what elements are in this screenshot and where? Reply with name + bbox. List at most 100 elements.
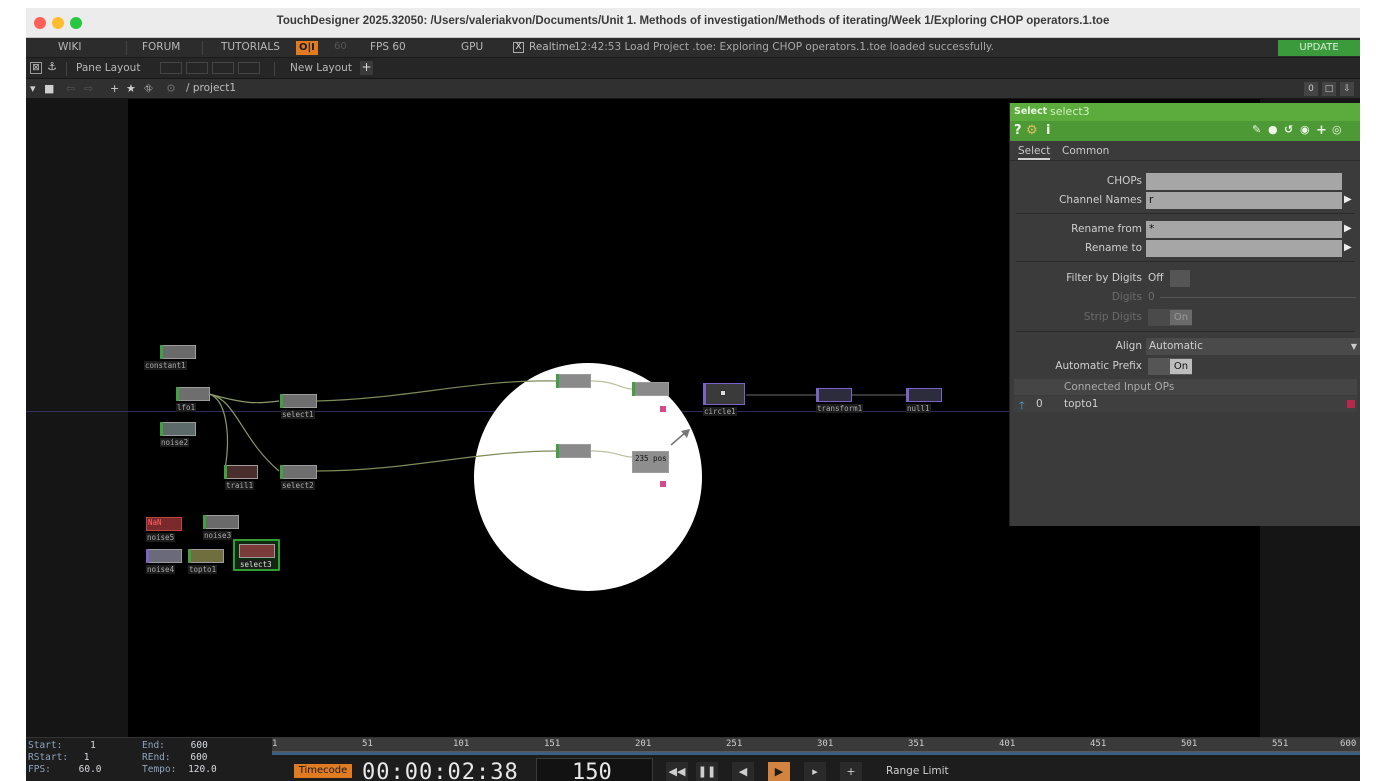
top-menubar: WIKI FORUM TUTORIALS O|I 60 FPS 60 GPU X…	[26, 38, 1360, 58]
info-icon[interactable]: i	[1046, 123, 1050, 138]
ruler-tick: 451	[1090, 739, 1107, 749]
add-param-icon[interactable]: +	[1316, 123, 1327, 138]
node-trail1[interactable]: trail1	[224, 465, 258, 490]
chops-field[interactable]	[1146, 173, 1342, 190]
node-pos[interactable]: 235 pos	[632, 451, 669, 487]
python-icon[interactable]: ⚙	[1026, 123, 1038, 138]
node-merge1[interactable]	[632, 382, 669, 412]
filter-by-digits-value[interactable]: Off	[1148, 270, 1164, 287]
forum-link[interactable]: FORUM	[142, 41, 180, 53]
channel-names-field[interactable]: r	[1146, 192, 1342, 209]
op-name-field[interactable]: select3	[1050, 105, 1090, 118]
pos-preview: 235 pos	[635, 454, 667, 463]
layout-preset-2-icon[interactable]	[186, 62, 208, 74]
range-limit-label[interactable]: Range Limit	[886, 765, 949, 777]
param-rename-from: Rename from * ▶	[1010, 221, 1360, 238]
target-icon[interactable]: ◎	[1332, 123, 1342, 136]
anchor-icon[interactable]: ⚓	[46, 61, 58, 74]
param-tabs: Select Common	[1010, 141, 1360, 161]
param-chops: CHOPs	[1010, 173, 1360, 190]
node-circle1[interactable]: circle1	[703, 383, 745, 416]
split-pane-icon[interactable]: ⊠	[30, 62, 42, 74]
end-field[interactable]: End: 600	[142, 740, 208, 751]
tab-common[interactable]: Common	[1062, 145, 1109, 157]
help-icon[interactable]: ?	[1014, 123, 1022, 138]
new-layout-label[interactable]: New Layout	[290, 62, 352, 74]
align-dropdown[interactable]: Automatic ▼	[1146, 338, 1360, 355]
play-button[interactable]: ▶	[768, 762, 790, 781]
node-lfo1[interactable]: lfo1	[176, 387, 210, 412]
rewind-button[interactable]: ◀◀	[666, 762, 688, 781]
param-filter-by-digits: Filter by Digits Off	[1010, 270, 1360, 287]
arrow-up-icon[interactable]: 🡑	[1019, 397, 1025, 416]
node-constant1[interactable]: constant1	[144, 345, 196, 370]
automatic-prefix-toggle[interactable]: On	[1148, 358, 1192, 375]
param-divider	[1016, 331, 1355, 332]
node-transform1[interactable]: transform1	[816, 388, 864, 413]
timeline-range-bar[interactable]	[272, 752, 1360, 755]
start-field[interactable]: Start: 1	[28, 740, 96, 751]
node-noise4[interactable]: noise4	[146, 549, 182, 574]
forward-icon[interactable]: ⇨	[84, 82, 93, 95]
reset-icon[interactable]: ↺	[1284, 123, 1293, 136]
node-topto1[interactable]: topto1	[188, 549, 224, 574]
network-path[interactable]: / project1	[186, 82, 236, 94]
oi-toggle-button[interactable]: O|I	[296, 41, 318, 55]
connected-input-row[interactable]: 🡑 0 topto1	[1014, 396, 1357, 412]
layout-preset-3-icon[interactable]	[212, 62, 234, 74]
param-divider	[1016, 261, 1355, 262]
pin-icon[interactable]: ⇩	[1340, 82, 1354, 96]
step-forward-button[interactable]: ▸	[804, 762, 826, 781]
wiki-link[interactable]: WIKI	[58, 41, 81, 53]
node-noise3[interactable]: noise3	[203, 515, 239, 540]
fast-forward-button[interactable]: +	[840, 762, 862, 781]
node-null1[interactable]: null1	[906, 388, 942, 413]
maximize-pane-icon[interactable]: □	[1322, 82, 1336, 96]
star-icon[interactable]: ★	[126, 82, 136, 95]
update-button[interactable]: UPDATE	[1278, 40, 1360, 56]
network-editor[interactable]: constant1 lfo1 noise2 select1 trail1 sel…	[26, 99, 1360, 737]
node-noise5[interactable]: NaN noise5	[146, 517, 182, 542]
layout-preset-4-icon[interactable]	[238, 62, 260, 74]
add-icon[interactable]: +	[110, 82, 119, 95]
node-select2[interactable]: select2	[280, 465, 317, 490]
play-arrow-icon[interactable]: ▶	[1344, 242, 1356, 255]
rend-field[interactable]: REnd: 600	[142, 752, 208, 763]
node-select1[interactable]: select1	[280, 394, 317, 419]
fps-field[interactable]: FPS: 60.0	[28, 764, 102, 775]
node-select3-selected[interactable]: select3	[233, 539, 280, 571]
step-back-button[interactable]: ◀	[732, 762, 754, 781]
tab-select[interactable]: Select	[1018, 145, 1051, 160]
back-icon[interactable]: ⇦	[66, 82, 75, 95]
gpu-button[interactable]: GPU	[461, 41, 483, 53]
rstart-field[interactable]: RStart: 1	[28, 752, 90, 763]
chevron-down-icon[interactable]: ▾	[30, 82, 36, 95]
connected-input-name[interactable]: topto1	[1064, 398, 1098, 410]
rename-from-field[interactable]: *	[1146, 221, 1342, 238]
play-arrow-icon[interactable]: ▶	[1344, 194, 1356, 207]
tempo-field[interactable]: Tempo: 120.0	[142, 764, 217, 775]
node-math1[interactable]	[556, 374, 591, 388]
timeline-ruler[interactable]: 1 51 101 151 201 251 301 351 401 451 501…	[272, 738, 1360, 752]
globe-icon[interactable]: ◉	[1300, 123, 1310, 136]
pause-button[interactable]: ❚❚	[696, 762, 718, 781]
filter-by-digits-toggle[interactable]	[1170, 270, 1190, 287]
realtime-checkbox[interactable]: X	[513, 42, 524, 53]
node-noise2[interactable]: noise2	[160, 422, 196, 447]
layout-preset-1-icon[interactable]	[160, 62, 182, 74]
comment-icon[interactable]: ●	[1268, 123, 1278, 136]
strip-digits-toggle: On	[1148, 309, 1192, 326]
play-arrow-icon[interactable]: ▶	[1344, 223, 1356, 236]
add-layout-button[interactable]: +	[360, 61, 373, 75]
settings-icon[interactable]: ⚙	[166, 82, 176, 95]
square-icon[interactable]: ■	[44, 82, 54, 95]
tutorials-link[interactable]: TUTORIALS	[221, 41, 280, 53]
param-digits: Digits 0	[1010, 289, 1360, 306]
rename-to-field[interactable]	[1146, 240, 1342, 257]
network-icon[interactable]: ⛗	[144, 82, 153, 96]
timecode-toggle[interactable]: Timecode	[294, 764, 352, 778]
remove-input-icon[interactable]	[1347, 400, 1355, 408]
node-math2[interactable]	[556, 444, 591, 458]
wire-select2-out	[316, 450, 557, 472]
edit-icon[interactable]: ✎	[1252, 123, 1261, 136]
